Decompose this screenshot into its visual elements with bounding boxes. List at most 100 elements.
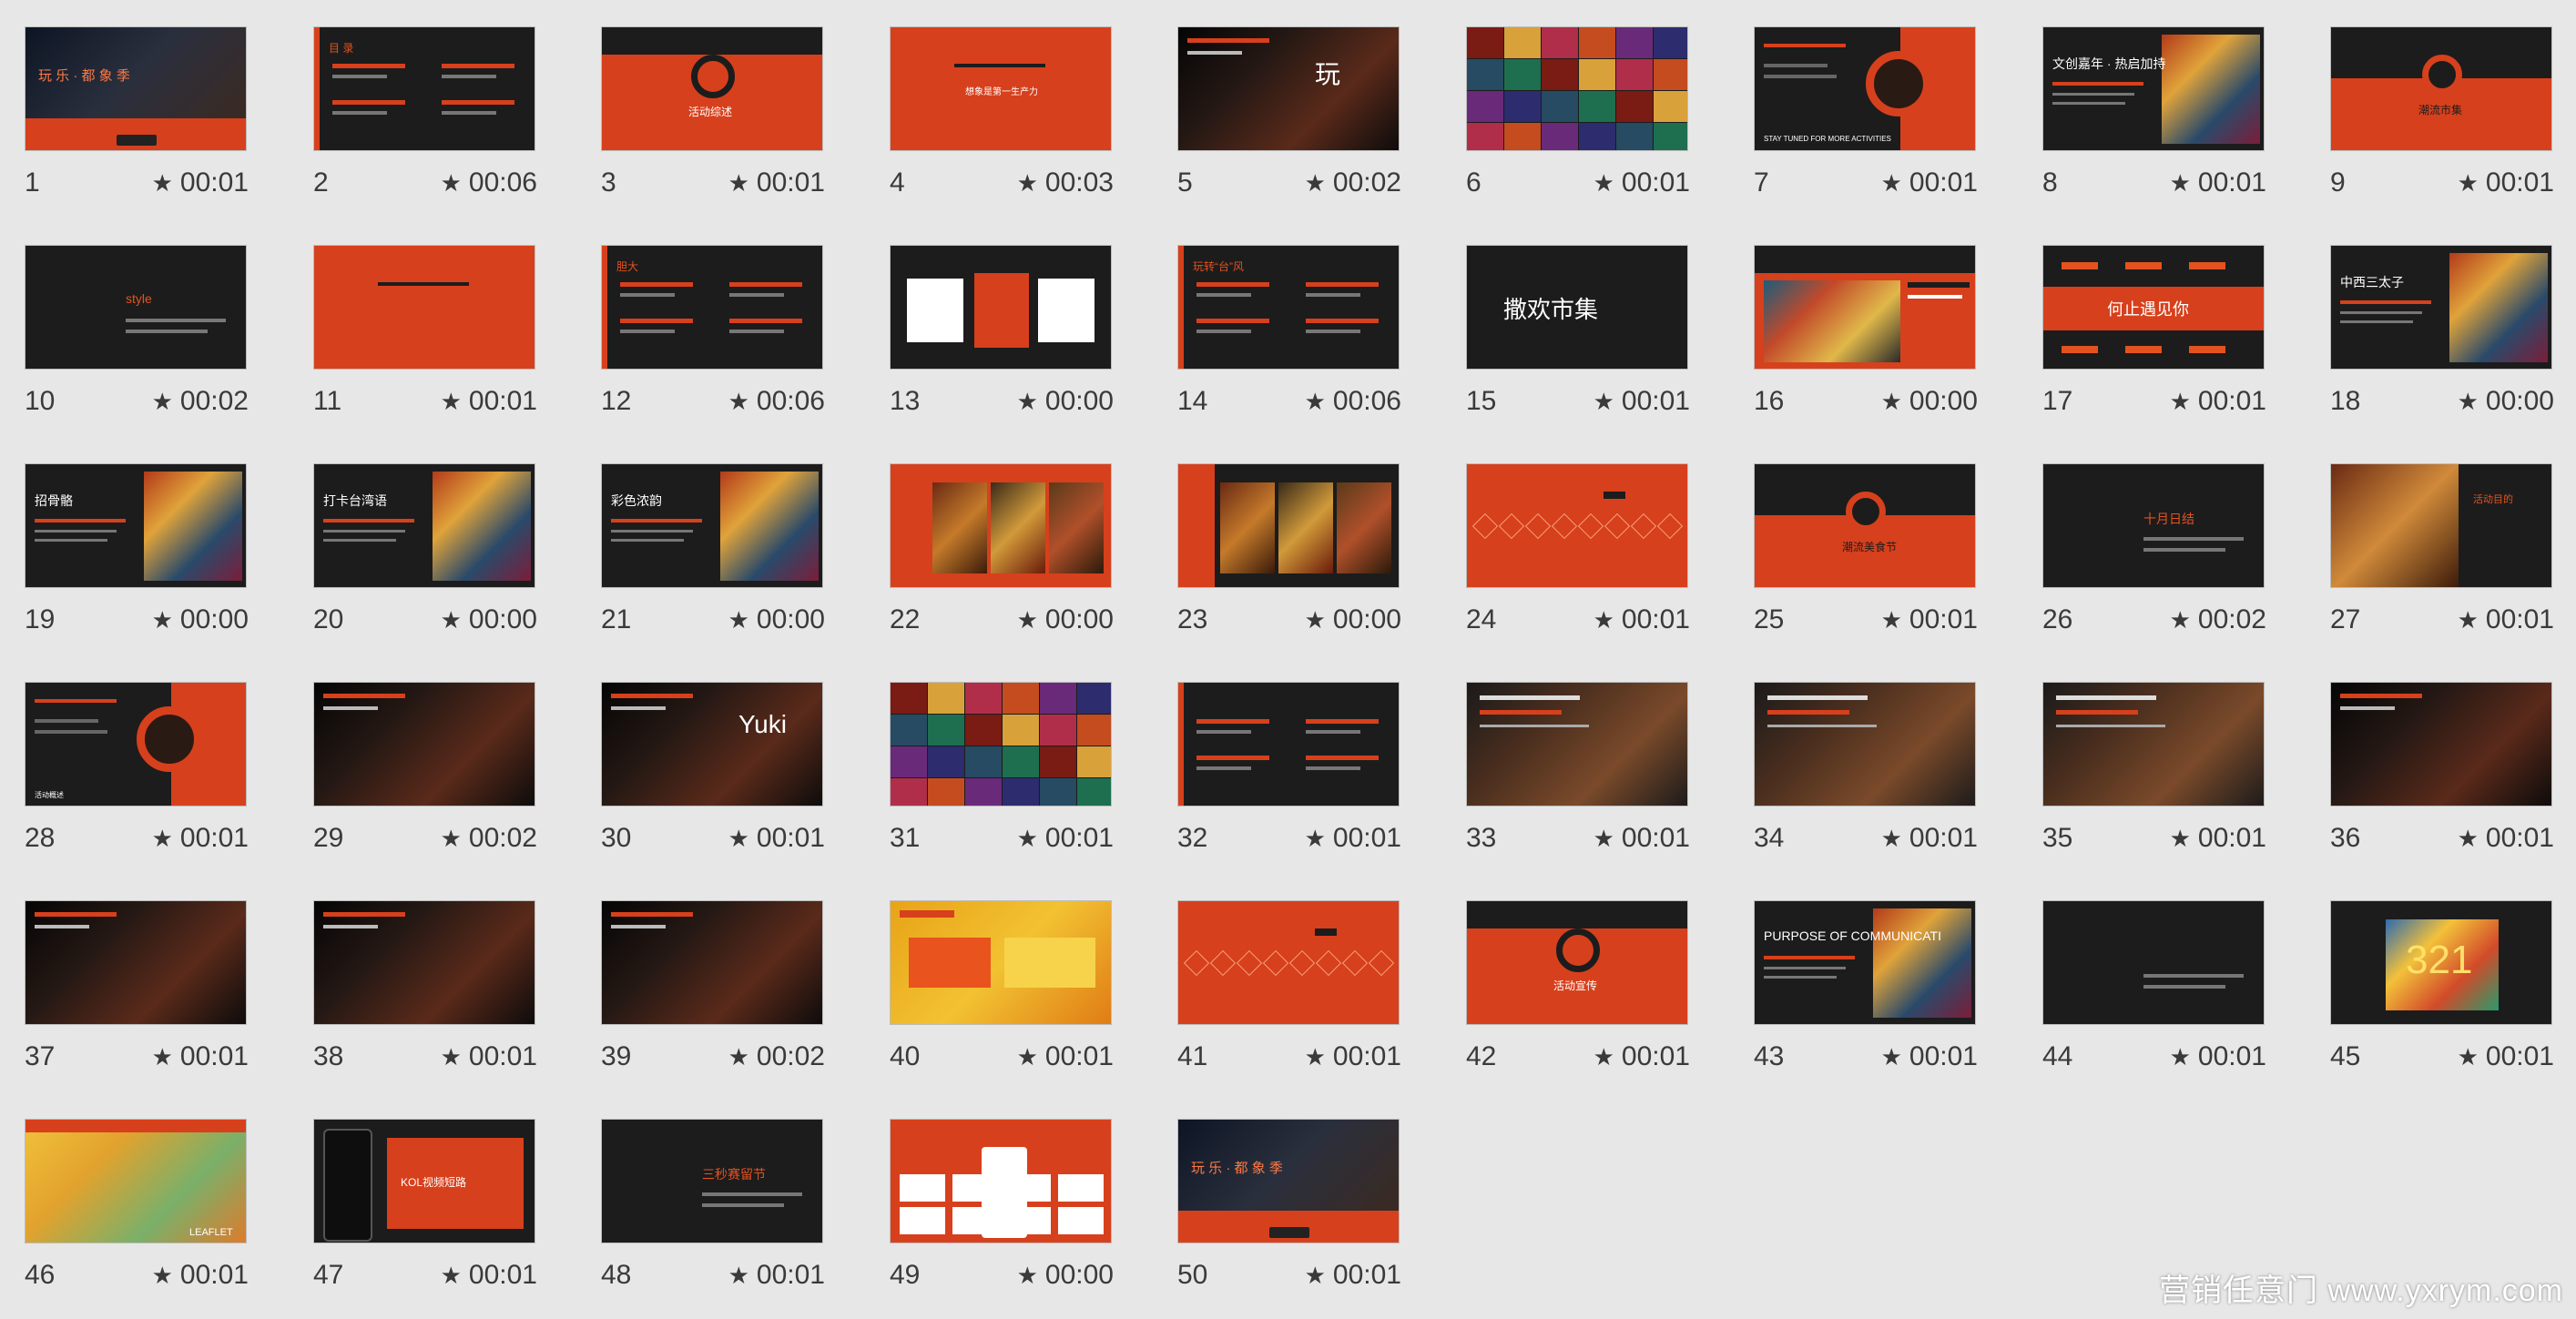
slide-preview[interactable]: 活动概述 bbox=[25, 682, 247, 807]
slide-preview[interactable]: 胆大 bbox=[601, 245, 823, 370]
slide-preview[interactable]: 玩 乐 · 都 象 季 bbox=[25, 26, 247, 151]
slide-preview[interactable]: 潮流美食节 bbox=[1754, 463, 1976, 588]
star-icon[interactable]: ★ bbox=[1017, 606, 1038, 634]
star-icon[interactable]: ★ bbox=[152, 169, 173, 198]
slide-preview[interactable]: 招骨骼 bbox=[25, 463, 247, 588]
slide-thumbnail-22[interactable]: 22 ★ 00:00 bbox=[890, 463, 1114, 650]
star-icon[interactable]: ★ bbox=[2458, 606, 2479, 634]
slide-thumbnail-8[interactable]: 文创嘉年 · 热启加持 8 ★ 00:01 bbox=[2042, 26, 2266, 213]
slide-preview[interactable] bbox=[313, 682, 535, 807]
slide-thumbnail-4[interactable]: 想象是第一生产力 4 ★ 00:03 bbox=[890, 26, 1114, 213]
star-icon[interactable]: ★ bbox=[728, 1043, 749, 1071]
slide-preview[interactable] bbox=[2330, 682, 2552, 807]
star-icon[interactable]: ★ bbox=[2170, 388, 2191, 416]
slide-preview[interactable]: STAY TUNED FOR MORE ACTIVITIES bbox=[1754, 26, 1976, 151]
slide-thumbnail-27[interactable]: 活动目的 27 ★ 00:01 bbox=[2330, 463, 2554, 650]
slide-preview[interactable]: 三秒赛留节 bbox=[601, 1119, 823, 1243]
slide-preview[interactable]: 活动目的 bbox=[2330, 463, 2552, 588]
star-icon[interactable]: ★ bbox=[728, 825, 749, 853]
star-icon[interactable]: ★ bbox=[441, 388, 462, 416]
slide-preview[interactable]: 目 录 bbox=[313, 26, 535, 151]
star-icon[interactable]: ★ bbox=[1881, 1043, 1902, 1071]
slide-thumbnail-50[interactable]: 玩 乐 · 都 象 季 50 ★ 00:01 bbox=[1177, 1119, 1401, 1305]
slide-thumbnail-13[interactable]: 13 ★ 00:00 bbox=[890, 245, 1114, 431]
slide-preview[interactable]: 玩 bbox=[1177, 26, 1400, 151]
slide-preview[interactable] bbox=[25, 900, 247, 1025]
star-icon[interactable]: ★ bbox=[1881, 606, 1902, 634]
slide-thumbnail-44[interactable]: 44 ★ 00:01 bbox=[2042, 900, 2266, 1087]
star-icon[interactable]: ★ bbox=[441, 825, 462, 853]
star-icon[interactable]: ★ bbox=[152, 1043, 173, 1071]
slide-preview[interactable] bbox=[890, 463, 1112, 588]
slide-thumbnail-20[interactable]: 打卡台湾语 20 ★ 00:00 bbox=[313, 463, 537, 650]
slide-preview[interactable]: 321 bbox=[2330, 900, 2552, 1025]
slide-thumbnail-36[interactable]: 36 ★ 00:01 bbox=[2330, 682, 2554, 868]
slide-thumbnail-40[interactable]: 40 ★ 00:01 bbox=[890, 900, 1114, 1087]
slide-preview[interactable] bbox=[1177, 463, 1400, 588]
slide-preview[interactable]: 中西三太子 bbox=[2330, 245, 2552, 370]
star-icon[interactable]: ★ bbox=[441, 1262, 462, 1290]
star-icon[interactable]: ★ bbox=[1881, 388, 1902, 416]
star-icon[interactable]: ★ bbox=[1017, 169, 1038, 198]
star-icon[interactable]: ★ bbox=[441, 606, 462, 634]
star-icon[interactable]: ★ bbox=[2458, 388, 2479, 416]
star-icon[interactable]: ★ bbox=[1593, 1043, 1614, 1071]
star-icon[interactable]: ★ bbox=[1593, 825, 1614, 853]
star-icon[interactable]: ★ bbox=[152, 825, 173, 853]
slide-preview[interactable] bbox=[890, 682, 1112, 807]
slide-preview[interactable] bbox=[313, 245, 535, 370]
star-icon[interactable]: ★ bbox=[152, 1262, 173, 1290]
star-icon[interactable]: ★ bbox=[441, 169, 462, 198]
slide-preview[interactable] bbox=[1466, 463, 1688, 588]
star-icon[interactable]: ★ bbox=[1305, 606, 1326, 634]
star-icon[interactable]: ★ bbox=[2458, 169, 2479, 198]
slide-thumbnail-1[interactable]: 玩 乐 · 都 象 季 1 ★ 00:01 bbox=[25, 26, 249, 213]
star-icon[interactable]: ★ bbox=[1593, 388, 1614, 416]
slide-thumbnail-2[interactable]: 目 录 2 ★ 00:06 bbox=[313, 26, 537, 213]
slide-thumbnail-39[interactable]: 39 ★ 00:02 bbox=[601, 900, 825, 1087]
star-icon[interactable]: ★ bbox=[728, 1262, 749, 1290]
star-icon[interactable]: ★ bbox=[1881, 169, 1902, 198]
star-icon[interactable]: ★ bbox=[1881, 825, 1902, 853]
star-icon[interactable]: ★ bbox=[1305, 388, 1326, 416]
star-icon[interactable]: ★ bbox=[1305, 825, 1326, 853]
slide-preview[interactable]: KOL视频短路 bbox=[313, 1119, 535, 1243]
star-icon[interactable]: ★ bbox=[728, 169, 749, 198]
slide-preview[interactable]: 十月日结 bbox=[2042, 463, 2265, 588]
slide-thumbnail-29[interactable]: 29 ★ 00:02 bbox=[313, 682, 537, 868]
star-icon[interactable]: ★ bbox=[1593, 606, 1614, 634]
star-icon[interactable]: ★ bbox=[2170, 825, 2191, 853]
slide-preview[interactable]: 撒欢市集 bbox=[1466, 245, 1688, 370]
slide-thumbnail-23[interactable]: 23 ★ 00:00 bbox=[1177, 463, 1401, 650]
slide-preview[interactable] bbox=[890, 900, 1112, 1025]
slide-thumbnail-45[interactable]: 321 45 ★ 00:01 bbox=[2330, 900, 2554, 1087]
slide-thumbnail-33[interactable]: 33 ★ 00:01 bbox=[1466, 682, 1690, 868]
slide-preview[interactable] bbox=[2042, 682, 2265, 807]
slide-thumbnail-25[interactable]: 潮流美食节 25 ★ 00:01 bbox=[1754, 463, 1978, 650]
slide-preview[interactable]: 玩转“台”风 bbox=[1177, 245, 1400, 370]
slide-thumbnail-32[interactable]: 32 ★ 00:01 bbox=[1177, 682, 1401, 868]
slide-thumbnail-48[interactable]: 三秒赛留节 48 ★ 00:01 bbox=[601, 1119, 825, 1305]
slide-thumbnail-46[interactable]: LEAFLET 46 ★ 00:01 bbox=[25, 1119, 249, 1305]
slide-preview[interactable] bbox=[890, 245, 1112, 370]
slide-preview[interactable]: 彩色浓韵 bbox=[601, 463, 823, 588]
slide-preview[interactable]: 活动宣传 bbox=[1466, 900, 1688, 1025]
slide-preview[interactable]: PURPOSE OF COMMUNICATI bbox=[1754, 900, 1976, 1025]
slide-preview[interactable]: 打卡台湾语 bbox=[313, 463, 535, 588]
star-icon[interactable]: ★ bbox=[441, 1043, 462, 1071]
slide-thumbnail-5[interactable]: 玩 5 ★ 00:02 bbox=[1177, 26, 1401, 213]
slide-thumbnail-47[interactable]: KOL视频短路 47 ★ 00:01 bbox=[313, 1119, 537, 1305]
slide-thumbnail-42[interactable]: 活动宣传 42 ★ 00:01 bbox=[1466, 900, 1690, 1087]
star-icon[interactable]: ★ bbox=[2170, 169, 2191, 198]
star-icon[interactable]: ★ bbox=[152, 606, 173, 634]
slide-preview[interactable] bbox=[601, 900, 823, 1025]
slide-thumbnail-21[interactable]: 彩色浓韵 21 ★ 00:00 bbox=[601, 463, 825, 650]
star-icon[interactable]: ★ bbox=[1017, 388, 1038, 416]
star-icon[interactable]: ★ bbox=[2170, 606, 2191, 634]
star-icon[interactable]: ★ bbox=[1017, 1043, 1038, 1071]
star-icon[interactable]: ★ bbox=[2458, 1043, 2479, 1071]
slide-preview[interactable]: LEAFLET bbox=[25, 1119, 247, 1243]
slide-thumbnail-34[interactable]: 34 ★ 00:01 bbox=[1754, 682, 1978, 868]
slide-thumbnail-38[interactable]: 38 ★ 00:01 bbox=[313, 900, 537, 1087]
slide-preview[interactable]: style bbox=[25, 245, 247, 370]
